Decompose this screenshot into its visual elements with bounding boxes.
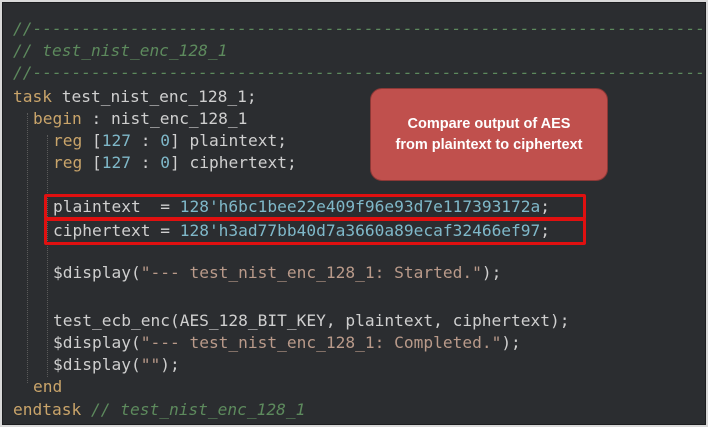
end-keyword: end (33, 377, 63, 396)
begin-line: begin : nist_enc_128_1 (33, 108, 247, 130)
begin-label: : nist_enc_128_1 (81, 109, 248, 128)
endtask-line: endtask // test_nist_enc_128_1 (13, 399, 305, 421)
reg-msb: 127 (101, 153, 131, 172)
reg-range-close: ] (170, 153, 190, 172)
indent-guide (47, 135, 48, 377)
callout-text: Compare output of AES from plaintext to … (395, 115, 583, 153)
display-function: $display( (53, 355, 141, 374)
display-close: ); (160, 355, 180, 374)
display-started-string: "--- test_nist_enc_128_1: Started." (140, 263, 482, 282)
display-function: $display( (53, 263, 141, 282)
endtask-comment: // test_nist_enc_128_1 (81, 400, 306, 419)
display-empty-string: "" (140, 355, 161, 374)
display-close: ); (501, 333, 521, 352)
reg-plaintext-name: plaintext; (189, 131, 287, 150)
reg-msb: 127 (101, 131, 131, 150)
reg-colon: : (131, 153, 161, 172)
reg-keyword: reg (53, 131, 83, 150)
indent-guide (27, 113, 28, 383)
header-comment: // test_nist_enc_128_1 (13, 41, 228, 60)
task-keyword: task (13, 87, 52, 106)
ciphertext-highlight-box (44, 218, 586, 245)
reg-range-open: [ (82, 131, 102, 150)
reg-colon: : (131, 131, 161, 150)
task-declaration: task test_nist_enc_128_1; (13, 86, 257, 108)
endtask-keyword: endtask (13, 400, 82, 419)
separator-comment: //--------------------------------------… (13, 19, 706, 38)
reg-lsb: 0 (160, 131, 170, 150)
plaintext-highlight-box (44, 194, 586, 220)
reg-plaintext-line: reg [127 : 0] plaintext; (53, 130, 287, 152)
begin-keyword: begin (33, 109, 82, 128)
display-empty-line: $display(""); (53, 354, 180, 376)
display-completed-line: $display("--- test_nist_enc_128_1: Compl… (53, 332, 521, 354)
test-ecb-enc-call: test_ecb_enc(AES_128_BIT_KEY, plaintext,… (53, 311, 570, 330)
display-completed-string: "--- test_nist_enc_128_1: Completed." (140, 333, 502, 352)
reg-range-open: [ (82, 153, 102, 172)
separator-comment: //--------------------------------------… (13, 63, 706, 82)
display-started-line: $display("--- test_nist_enc_128_1: Start… (53, 262, 501, 284)
annotation-callout: Compare output of AES from plaintext to … (370, 88, 608, 181)
reg-ciphertext-name: ciphertext; (189, 153, 297, 172)
task-name: test_nist_enc_128_1; (51, 87, 257, 106)
display-close: ); (481, 263, 502, 282)
display-function: $display( (53, 333, 141, 352)
reg-ciphertext-line: reg [127 : 0] ciphertext; (53, 152, 297, 174)
reg-keyword: reg (53, 153, 83, 172)
reg-lsb: 0 (160, 153, 170, 172)
reg-range-close: ] (170, 131, 190, 150)
code-editor[interactable]: //--------------------------------------… (2, 2, 706, 425)
